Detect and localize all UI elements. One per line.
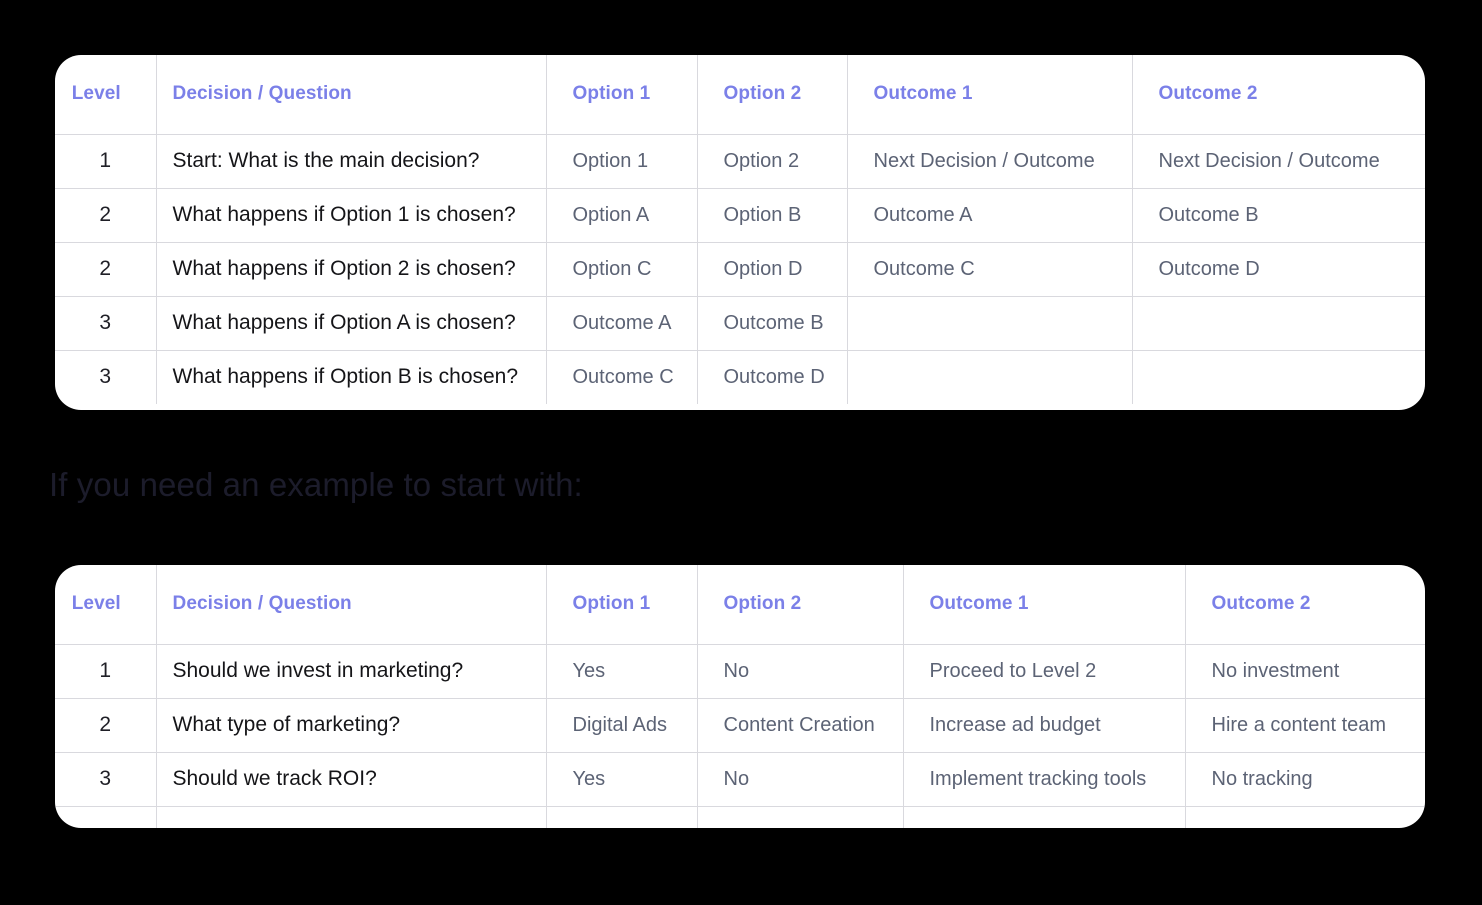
cell-level: 2 <box>55 698 157 753</box>
column-header-level: Level <box>55 565 157 645</box>
table-header-row: Level Decision / Question Option 1 Optio… <box>55 55 1425 135</box>
table-one-header: Level Decision / Question Option 1 Optio… <box>55 55 1425 135</box>
cell-level: 3 <box>55 350 157 404</box>
cell-spacer <box>546 806 698 828</box>
cell-decision: What happens if Option B is chosen? <box>156 350 547 404</box>
table-row: 2 What happens if Option 2 is chosen? Op… <box>55 242 1425 297</box>
table-header-row: Level Decision / Question Option 1 Optio… <box>55 565 1425 645</box>
table-row: 3 Should we track ROI? Yes No Implement … <box>55 752 1425 807</box>
column-header-option-1: Option 1 <box>546 565 698 645</box>
cell-outcome-1: Next Decision / Outcome <box>847 134 1133 189</box>
decision-tree-template-card: Level Decision / Question Option 1 Optio… <box>55 55 1425 410</box>
cell-option-2: No <box>697 752 904 807</box>
cell-option-2: Option B <box>697 188 848 243</box>
cell-outcome-1: Implement tracking tools <box>903 752 1186 807</box>
cell-spacer <box>55 806 157 828</box>
decision-tree-template-table: Level Decision / Question Option 1 Optio… <box>55 55 1425 404</box>
column-header-outcome-2: Outcome 2 <box>1185 565 1425 645</box>
cell-level: 2 <box>55 242 157 297</box>
cell-outcome-2: No investment <box>1185 644 1425 699</box>
cell-option-2: Content Creation <box>697 698 904 753</box>
cell-decision: What type of marketing? <box>156 698 547 753</box>
cell-outcome-1: Outcome A <box>847 188 1133 243</box>
example-section-heading: If you need an example to start with: <box>49 466 583 503</box>
cell-outcome-2 <box>1132 350 1425 404</box>
cell-outcome-2: Outcome D <box>1132 242 1425 297</box>
cell-spacer <box>903 806 1186 828</box>
cell-level: 3 <box>55 752 157 807</box>
column-header-level: Level <box>55 55 157 135</box>
table-two-body: 1 Should we invest in marketing? Yes No … <box>55 644 1425 828</box>
cell-option-1: Yes <box>546 644 698 699</box>
cell-option-1: Option 1 <box>546 134 698 189</box>
column-header-outcome-1: Outcome 1 <box>903 565 1186 645</box>
cell-spacer <box>697 806 904 828</box>
column-header-option-2: Option 2 <box>697 565 904 645</box>
table-row: 2 What happens if Option 1 is chosen? Op… <box>55 188 1425 243</box>
cell-level: 3 <box>55 296 157 351</box>
cell-decision: What happens if Option 2 is chosen? <box>156 242 547 297</box>
table-row: 1 Start: What is the main decision? Opti… <box>55 134 1425 189</box>
cell-decision: What happens if Option A is chosen? <box>156 296 547 351</box>
cell-option-2: Outcome D <box>697 350 848 404</box>
cell-decision: Should we track ROI? <box>156 752 547 807</box>
cell-outcome-1: Increase ad budget <box>903 698 1186 753</box>
table-row: 3 What happens if Option B is chosen? Ou… <box>55 350 1425 404</box>
cell-level: 1 <box>55 644 157 699</box>
cell-option-1: Outcome C <box>546 350 698 404</box>
cell-spacer <box>156 806 547 828</box>
cell-decision: Should we invest in marketing? <box>156 644 547 699</box>
table-bottom-spacer-row <box>55 806 1425 828</box>
column-header-decision: Decision / Question <box>156 565 547 645</box>
column-header-option-1: Option 1 <box>546 55 698 135</box>
column-header-decision: Decision / Question <box>156 55 547 135</box>
cell-outcome-1: Outcome C <box>847 242 1133 297</box>
cell-outcome-2: Hire a content team <box>1185 698 1425 753</box>
table-row: 2 What type of marketing? Digital Ads Co… <box>55 698 1425 753</box>
column-header-outcome-1: Outcome 1 <box>847 55 1133 135</box>
page-root: Level Decision / Question Option 1 Optio… <box>0 0 1482 905</box>
decision-tree-example-table: Level Decision / Question Option 1 Optio… <box>55 565 1425 828</box>
table-two-header: Level Decision / Question Option 1 Optio… <box>55 565 1425 645</box>
cell-option-2: Option D <box>697 242 848 297</box>
cell-option-1: Yes <box>546 752 698 807</box>
cell-spacer <box>1185 806 1425 828</box>
cell-option-1: Digital Ads <box>546 698 698 753</box>
cell-option-2: No <box>697 644 904 699</box>
cell-outcome-2: Outcome B <box>1132 188 1425 243</box>
cell-option-2: Option 2 <box>697 134 848 189</box>
cell-option-2: Outcome B <box>697 296 848 351</box>
cell-outcome-1 <box>847 350 1133 404</box>
cell-outcome-2 <box>1132 296 1425 351</box>
cell-level: 1 <box>55 134 157 189</box>
cell-decision: What happens if Option 1 is chosen? <box>156 188 547 243</box>
table-row: 1 Should we invest in marketing? Yes No … <box>55 644 1425 699</box>
cell-outcome-2: Next Decision / Outcome <box>1132 134 1425 189</box>
table-row: 3 What happens if Option A is chosen? Ou… <box>55 296 1425 351</box>
cell-outcome-1 <box>847 296 1133 351</box>
cell-outcome-2: No tracking <box>1185 752 1425 807</box>
cell-option-1: Option A <box>546 188 698 243</box>
decision-tree-example-card: Level Decision / Question Option 1 Optio… <box>55 565 1425 828</box>
table-one-body: 1 Start: What is the main decision? Opti… <box>55 134 1425 404</box>
column-header-option-2: Option 2 <box>697 55 848 135</box>
cell-option-1: Option C <box>546 242 698 297</box>
cell-outcome-1: Proceed to Level 2 <box>903 644 1186 699</box>
cell-level: 2 <box>55 188 157 243</box>
cell-decision: Start: What is the main decision? <box>156 134 547 189</box>
column-header-outcome-2: Outcome 2 <box>1132 55 1425 135</box>
cell-option-1: Outcome A <box>546 296 698 351</box>
